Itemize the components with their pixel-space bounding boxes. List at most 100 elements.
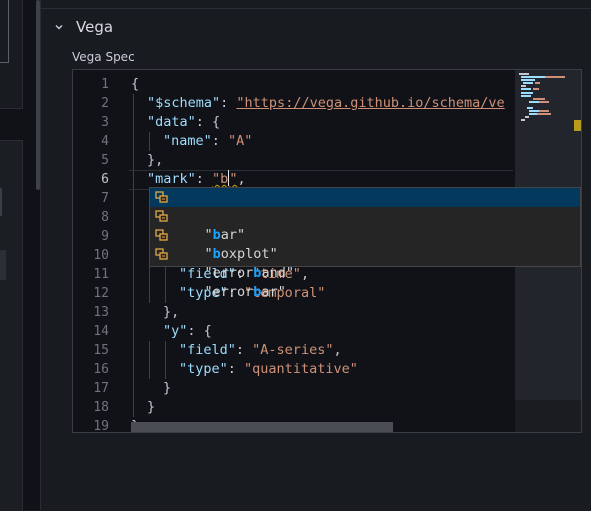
enum-value-icon	[155, 229, 168, 241]
code-line-4: "name": "A"	[163, 132, 252, 151]
indent-guide	[165, 265, 166, 303]
token: :	[235, 342, 253, 358]
minimap-line	[521, 92, 533, 94]
minimap-line	[535, 82, 540, 84]
token: : {	[195, 114, 221, 130]
line-number: 10	[93, 248, 109, 263]
line-number: 5	[101, 153, 109, 168]
line-number: 18	[93, 400, 109, 415]
line-number: 1	[101, 77, 109, 92]
minimap-line	[523, 82, 533, 84]
section-separator	[41, 8, 591, 9]
token: }	[163, 380, 172, 396]
minimap-line	[529, 113, 537, 115]
minimap-line	[533, 98, 545, 100]
minimap-line	[529, 110, 539, 112]
json-key: "name"	[163, 133, 212, 149]
line-number: 14	[93, 324, 109, 339]
token: :	[211, 133, 229, 149]
line-number: 7	[101, 191, 109, 206]
typed-text: "b	[212, 171, 229, 187]
code-line-16: "type": "quantitative"	[179, 360, 358, 379]
token: ,	[300, 266, 310, 282]
minimap-line	[519, 73, 529, 75]
json-key: "$schema"	[147, 95, 221, 111]
autocomplete-suggestions[interactable]: "bar" "boxplot" "errorband" "errorbar"	[149, 187, 581, 300]
enum-value-icon	[155, 210, 168, 222]
section-title: Vega	[76, 18, 114, 36]
token: :	[220, 95, 237, 111]
suggestion-prefix: "error	[204, 265, 254, 281]
minimap-line	[521, 79, 535, 81]
indent-guide	[149, 341, 150, 379]
minimap-line	[521, 88, 531, 90]
line-number: 16	[93, 362, 109, 377]
left-sidebar	[0, 0, 40, 511]
code-line-15: "field": "A-series",	[179, 341, 342, 360]
token: ,	[237, 171, 246, 187]
minimap-line	[521, 95, 531, 97]
json-string-warning: "b"	[212, 170, 237, 187]
json-key: "field"	[179, 342, 236, 358]
json-string: "quantitative"	[244, 361, 358, 377]
horizontal-scrollbar[interactable]	[131, 422, 393, 432]
minimap-line	[537, 113, 551, 115]
minimap-line	[545, 76, 565, 78]
json-key: "type"	[179, 361, 228, 377]
minimap-line	[539, 101, 549, 103]
json-key: "mark"	[147, 171, 196, 187]
sidebar-item-fragment-selected[interactable]	[0, 250, 6, 280]
pane-divider[interactable]	[40, 0, 41, 510]
line-number: 2	[101, 96, 109, 111]
line-number: 12	[93, 286, 109, 301]
line-number: 3	[101, 115, 109, 130]
json-string: "A"	[228, 133, 253, 149]
enum-value-icon	[155, 248, 168, 260]
indent-guide	[133, 94, 134, 417]
suggestion-suffix: ar"	[261, 284, 286, 300]
suggestion-item-selected[interactable]: "bar"	[150, 188, 580, 243]
line-number: 15	[93, 343, 109, 358]
json-key: "data"	[147, 114, 196, 130]
minimap-line	[521, 85, 526, 87]
vega-spec-label: Vega Spec	[72, 50, 135, 64]
token: :	[227, 361, 245, 377]
token: :	[195, 171, 213, 187]
suggestion-suffix: and"	[261, 265, 294, 281]
sidebar-item-fragment[interactable]	[0, 188, 2, 216]
minimap-line	[529, 101, 539, 103]
line-number: 11	[93, 267, 109, 282]
token: },	[147, 152, 164, 168]
line-number: 19	[93, 419, 109, 433]
indent-guide	[149, 132, 150, 151]
suggestion-prefix: "error	[204, 284, 254, 300]
code-line-2: "$schema": "https://vega.github.io/schem…	[147, 94, 505, 113]
json-key: "y"	[163, 323, 188, 339]
suggestion-item[interactable]: "boxplot"	[150, 207, 580, 262]
code-line-3: "data": {	[147, 113, 220, 132]
token: : {	[187, 323, 212, 339]
line-number: 17	[93, 381, 109, 396]
minimap-line	[533, 88, 539, 90]
sidebar-panel-top	[0, 0, 23, 109]
suggestion-item[interactable]: "errorband"	[150, 226, 580, 281]
json-string: "A-series"	[252, 342, 334, 358]
sidebar-panel-inner	[0, 0, 9, 63]
suggestion-item[interactable]: "errorbar"	[150, 245, 580, 300]
code-line-1: {	[131, 75, 139, 94]
warning-marker[interactable]	[574, 120, 581, 131]
token: ,	[333, 342, 342, 358]
minimap-line	[521, 119, 525, 121]
indent-guide	[149, 265, 150, 303]
line-number: 4	[101, 134, 109, 149]
schema-url-link[interactable]: "https://vega.github.io/schema/ve	[236, 95, 504, 111]
token: }	[147, 399, 156, 415]
sidebar-panel-mid	[0, 140, 23, 511]
minimap-line	[539, 110, 549, 112]
chevron-down-icon[interactable]	[52, 20, 66, 34]
vega-section-header[interactable]: Vega	[52, 16, 113, 38]
line-number: 9	[101, 229, 109, 244]
indent-guide	[165, 341, 166, 379]
minimap-line	[527, 107, 533, 109]
line-number-gutter: 1 2 3 4 5 6 7 8 9 10 11 12 13 14 15 16 1…	[73, 70, 121, 432]
